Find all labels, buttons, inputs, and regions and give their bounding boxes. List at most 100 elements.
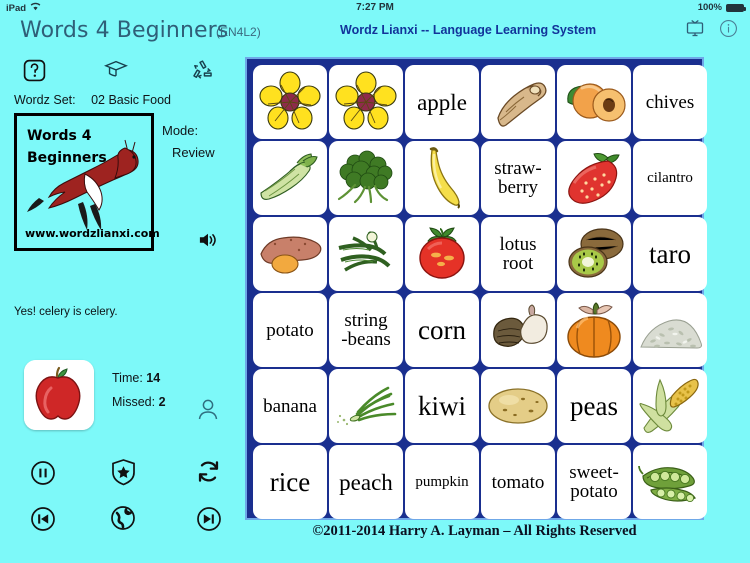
- copyright-notice: ©2011-2014 Harry A. Layman – All Rights …: [312, 523, 637, 539]
- potato-icon: [481, 369, 555, 443]
- pause-button[interactable]: [30, 460, 56, 486]
- status-time: 7:27 PM: [356, 2, 394, 13]
- card-cell[interactable]: [557, 217, 631, 291]
- badge-button[interactable]: [110, 458, 137, 486]
- ios-status-bar: iPad 7:27 PM 100%: [0, 0, 750, 16]
- card-word: peach: [339, 469, 393, 495]
- card-cell[interactable]: [557, 141, 631, 215]
- card-word: pumpkin: [415, 473, 469, 490]
- globe-button[interactable]: [110, 505, 136, 531]
- card-cell[interactable]: straw- berry: [481, 141, 555, 215]
- word-board: apple chives straw- berry cilantro lotus…: [245, 57, 707, 520]
- card-cell[interactable]: peas: [557, 369, 631, 443]
- card-word: rice: [269, 466, 311, 497]
- apple-thumbnail-icon[interactable]: [24, 360, 94, 430]
- card-word: peas: [570, 390, 618, 421]
- info-icon[interactable]: [719, 19, 738, 38]
- card-cell[interactable]: [557, 293, 631, 367]
- card-cell[interactable]: cilantro: [633, 141, 707, 215]
- card-cell[interactable]: [633, 293, 707, 367]
- card-cell[interactable]: lotus root: [481, 217, 555, 291]
- wordz-set-value[interactable]: 02 Basic Food: [91, 93, 171, 107]
- card-cell[interactable]: potato: [253, 293, 327, 367]
- status-right: 100%: [698, 2, 746, 13]
- yellow-flower-icon: [253, 65, 327, 139]
- time-label: Time:: [112, 371, 143, 385]
- celery-icon: [253, 141, 327, 215]
- last-button[interactable]: [196, 506, 222, 532]
- card-cell[interactable]: [405, 217, 479, 291]
- peas-icon: [633, 445, 707, 519]
- header-icons: [685, 18, 738, 38]
- card-word: apple: [417, 89, 467, 115]
- kiwi-icon: [557, 217, 631, 291]
- tv-icon[interactable]: [685, 18, 705, 38]
- card-word: banana: [263, 395, 317, 417]
- peach-icon: [557, 65, 631, 139]
- card-word: kiwi: [417, 390, 466, 421]
- card-cell[interactable]: taro: [633, 217, 707, 291]
- refresh-button[interactable]: [196, 459, 221, 484]
- time-stat: Time: 14: [112, 371, 160, 385]
- card-cell[interactable]: apple: [405, 65, 479, 139]
- mode-value[interactable]: Review: [172, 145, 215, 160]
- corn-icon: [633, 369, 707, 443]
- card-cell[interactable]: [329, 141, 403, 215]
- graduation-cap-icon[interactable]: [104, 58, 128, 85]
- pumpkin-icon: [557, 293, 631, 367]
- card-cell[interactable]: [329, 369, 403, 443]
- banana-icon: [405, 141, 479, 215]
- card-cell[interactable]: [253, 65, 327, 139]
- card-cell[interactable]: [253, 217, 327, 291]
- card-cell[interactable]: [633, 445, 707, 519]
- speaker-icon[interactable]: [198, 231, 218, 254]
- card-cell[interactable]: [329, 65, 403, 139]
- time-value: 14: [146, 371, 161, 385]
- card-cell[interactable]: [481, 293, 555, 367]
- card-cell[interactable]: sweet- potato: [557, 445, 631, 519]
- card-cell[interactable]: [633, 369, 707, 443]
- card-word: chives: [645, 91, 695, 113]
- card-cell[interactable]: corn: [405, 293, 479, 367]
- recycle-icon[interactable]: [190, 58, 215, 88]
- card-word: lotus root: [499, 234, 537, 274]
- card-cell[interactable]: peach: [329, 445, 403, 519]
- card-cell[interactable]: [557, 65, 631, 139]
- card-word: potato: [266, 319, 314, 341]
- taro-root-icon: [481, 293, 555, 367]
- card-cell[interactable]: string -beans: [329, 293, 403, 367]
- mode-label: Mode:: [162, 123, 199, 138]
- page-title: Words 4 Beginners: [20, 18, 229, 43]
- card-cell[interactable]: [405, 141, 479, 215]
- help-icon[interactable]: [22, 58, 47, 88]
- system-title: Wordz Lianxi -- Language Learning System: [340, 23, 597, 37]
- wordz-set-label: Wordz Set:: [14, 93, 76, 107]
- user-icon[interactable]: [196, 398, 220, 425]
- logo-line-1: Words 4: [27, 128, 92, 144]
- missed-label: Missed:: [112, 395, 156, 409]
- card-word: straw- berry: [494, 158, 542, 198]
- card-cell[interactable]: chives: [633, 65, 707, 139]
- card-cell[interactable]: rice: [253, 445, 327, 519]
- card-cell[interactable]: [481, 369, 555, 443]
- deer-mascot-icon: [27, 139, 139, 230]
- rice-pile-icon: [633, 293, 707, 367]
- missed-value: 2: [158, 395, 166, 409]
- battery-full-icon: [726, 3, 746, 12]
- chives-icon: [329, 369, 403, 443]
- card-cell[interactable]: banana: [253, 369, 327, 443]
- string-beans-icon: [329, 217, 403, 291]
- card-cell[interactable]: [329, 217, 403, 291]
- card-cell[interactable]: tomato: [481, 445, 555, 519]
- card-cell[interactable]: [253, 141, 327, 215]
- card-cell[interactable]: [481, 65, 555, 139]
- card-cell[interactable]: pumpkin: [405, 445, 479, 519]
- sidebar-tool-icons: [22, 58, 222, 88]
- strawberry-icon: [557, 141, 631, 215]
- card-word: sweet- potato: [569, 462, 619, 502]
- app-root: iPad 7:27 PM 100% Words 4 Beginners (EN4…: [0, 0, 750, 563]
- first-button[interactable]: [30, 506, 56, 532]
- card-cell[interactable]: kiwi: [405, 369, 479, 443]
- card-word: corn: [418, 314, 466, 345]
- card-word: string -beans: [341, 310, 391, 350]
